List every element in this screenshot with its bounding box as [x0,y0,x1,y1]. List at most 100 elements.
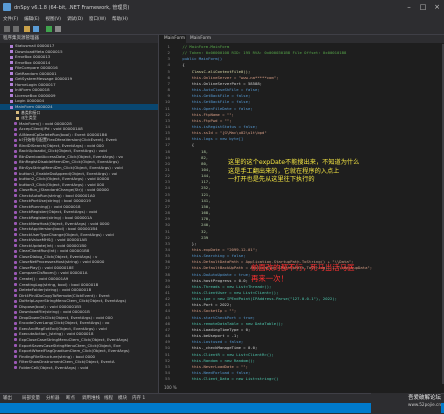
tree-node-label: Dispose(bool) : void 0000001B5 [19,303,82,309]
method-icon [14,299,17,303]
line-number: 28 [165,210,170,216]
search-icon[interactable] [55,26,61,32]
watermark-title: 吾爱破解论坛 [407,395,441,401]
line-number: 31 [165,228,170,234]
save-icon[interactable] [33,26,39,32]
code-line: }; [173,240,197,246]
code-editor: MainForm MainForm 1 // MainForm.MainForm… [160,35,444,393]
code-line: 252, [173,185,211,191]
class-icon [10,55,13,59]
line-number: 4 [167,62,170,68]
method-icon [14,283,17,287]
tree-node-label: MainForm() : void 0000028 [19,120,72,126]
tree-node-label: CreatingLog(string, bool) : bool 000001B [19,281,99,287]
start-debug-icon[interactable] [46,26,52,32]
line-number: 40 [165,283,170,289]
open-icon[interactable] [24,26,30,32]
menu-item[interactable]: 调试(D) [67,16,83,22]
line-number: 32 [165,234,170,240]
panel-title: 程序集资源管理器 [0,35,158,43]
tree-node-label: CloseRun_(StandardChange(Str)) : void 00… [19,187,109,193]
method-icon [14,227,17,231]
method-icon [14,332,17,336]
code-view[interactable]: 1 // MainForm.MainForm 2 // Token: 0x0600… [160,44,444,393]
back-icon[interactable] [4,26,10,32]
method-icon [14,222,17,225]
class-icon [10,94,13,98]
forward-icon[interactable] [13,26,19,32]
code-line: this.LoadingTimeType = 0; [173,326,251,332]
method-icon [14,366,17,370]
tree-node-label: ErrorBox 0000013 [15,54,51,60]
editor-tabs: MainForm MainForm [160,35,444,43]
code-line: this.DoAutoUpdate = true; [173,271,251,277]
line-number: 16 [165,136,170,142]
method-icon [14,277,17,281]
line-number: 48 [165,333,170,339]
code-line: 80, [173,160,209,166]
tree-node-label: button3_Click(Object, EventArgs) : void … [19,181,105,187]
class-icon [10,44,13,48]
method-icon [14,260,17,264]
code-line: this.Searching = false; [173,253,246,259]
class-icon [10,66,13,70]
method-icon [14,155,17,159]
code-line: this.NeverLoadDate = ""; [173,363,248,369]
minimize-icon[interactable]: – [402,0,416,14]
close-icon[interactable]: × [430,0,444,14]
line-number: 37 [165,265,170,271]
tree-node-label: ClosePlay() : void 0000018E [19,264,74,270]
method-icon [14,360,17,364]
line-number: 53 [165,363,170,369]
class-icon [10,50,13,54]
line-number: 14 [165,123,170,129]
tree-node-label: GetSystemMessage 0000019 [15,76,73,82]
code-line: // Token: 0x06000108 RID: 195 RVA: 0x000… [173,50,347,56]
tree-node-label: CheckRunning() : void 0000018 [19,203,81,209]
method-icon [14,188,17,192]
code-line: this.ClientR = new List<ClientR>(); [173,351,274,357]
code-line: this.expDate = "2099-12-01"; [173,246,258,252]
tree-node[interactable]: FolderCell(Object, EventArgs) : void [0,365,158,371]
tab-mainform-2[interactable]: MainForm [186,35,216,43]
line-number: 17 [165,142,170,148]
line-number: 33 [165,240,170,246]
tab-mainform[interactable]: MainForm [160,35,190,43]
line-number: 23 [165,179,170,185]
menu-item[interactable]: 视图(V) [45,16,61,22]
menu-item[interactable]: 文件(F) [3,16,18,22]
line-number: 27 [165,203,170,209]
method-icon [14,233,17,237]
method-icon [14,294,17,298]
code-line: this.hostProgress = 0.0; [173,277,248,283]
menu-item[interactable]: 窗口(W) [89,16,106,22]
method-icon [14,205,17,209]
line-number: 8 [167,87,170,93]
tree-node-label: CheckRegister(string) : bool 000001A [19,214,93,220]
window-title: dnSpy v6.1.8 (64-bit, .NET Framework, 管理… [14,5,130,11]
line-number: 39 [165,277,170,283]
line-number: 15 [165,130,170,136]
menu-item[interactable]: 帮助(H) [112,16,128,22]
line-number: 9 [167,93,170,99]
line-number: 34 [165,246,170,252]
code-line: 117, [173,179,211,185]
tree-node-label: AllNeedCpDeleteRun(bool) : Event 000001B… [19,131,107,137]
method-icon [14,338,17,342]
code-line: this.Port = 2022; [173,302,232,308]
code-line: this.Lostused = false; [173,339,244,345]
line-number: 13 [165,117,170,123]
line-number: 25 [165,191,170,197]
method-icon [14,244,17,248]
line-number: 1 [167,44,170,49]
method-icon [14,305,17,309]
code-line: 32, [173,228,209,234]
line-number: 29 [165,216,170,222]
maximize-icon[interactable]: □ [416,0,430,14]
tree-node-label: DropDownOkClick(Object, EventArgs) : voi… [19,314,113,320]
line-number: 30 [165,222,170,228]
menu-item[interactable]: 编辑(E) [24,16,39,22]
line-number: 55 [165,376,170,382]
zoom-level[interactable]: 100 % [164,385,177,390]
code-line: this.OpenFileDate = false; [173,105,253,111]
